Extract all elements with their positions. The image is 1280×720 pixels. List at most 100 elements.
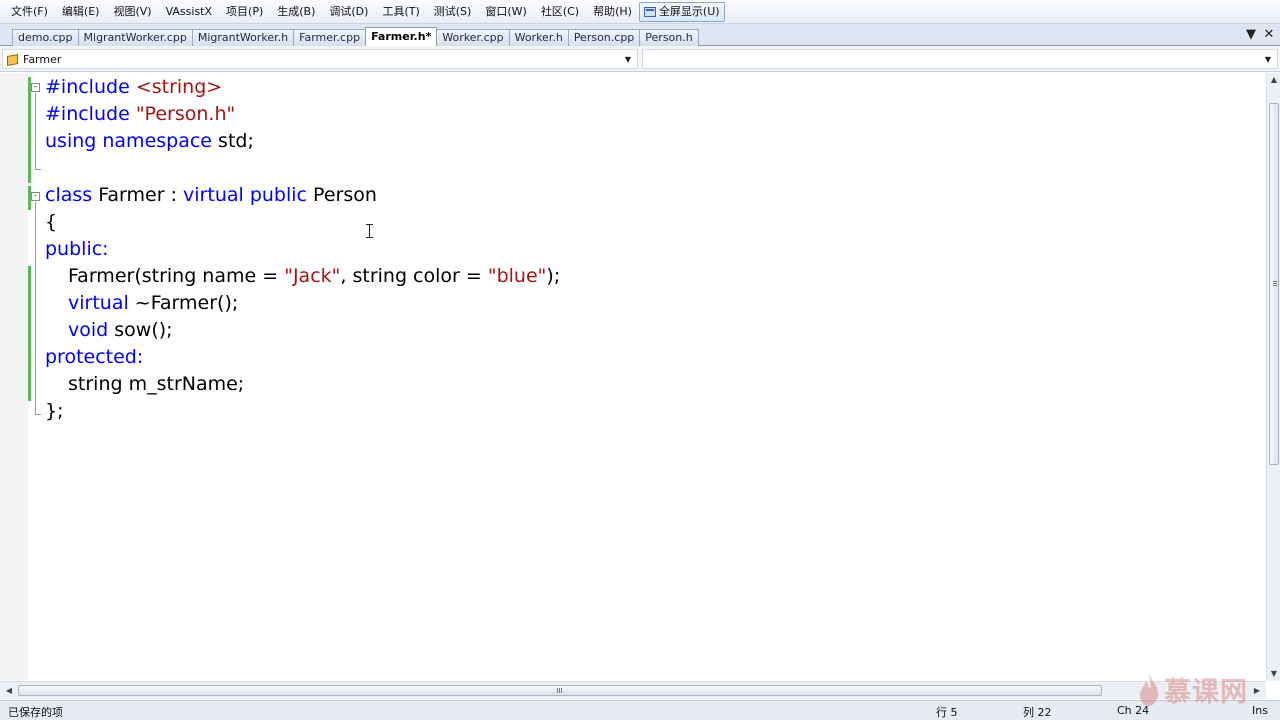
menu-item[interactable]: 窗口(W): [478, 2, 533, 22]
chevron-down-icon: ▼: [624, 54, 632, 64]
scroll-right-icon[interactable]: ▶: [1250, 684, 1264, 698]
scroll-up-icon[interactable]: ▲: [1267, 73, 1280, 87]
member-selector-dropdown[interactable]: ▼: [642, 49, 1278, 69]
fold-guide-end: [35, 414, 41, 415]
tab-list-dropdown-icon[interactable]: ▼: [1244, 27, 1258, 43]
class-icon: [6, 53, 18, 65]
code-token: public:: [45, 238, 109, 260]
code-line: virtual ~Farmer();: [68, 290, 238, 317]
menu-item[interactable]: 视图(V): [106, 2, 158, 22]
code-token: {: [45, 211, 58, 233]
code-token: string m_strName;: [68, 373, 245, 395]
code-line: class Farmer : virtual public Person: [45, 182, 377, 209]
status-column: 列 22: [1023, 706, 1052, 719]
code-token: class: [45, 184, 93, 206]
menu-item[interactable]: 帮助(H): [586, 2, 639, 22]
code-token: Farmer(string name =: [68, 265, 285, 287]
vertical-scrollbar[interactable]: ▲ ▼: [1266, 73, 1280, 681]
document-tab[interactable]: Farmer.h*: [365, 27, 438, 46]
document-tab-strip: demo.cpp MigrantWorker.cpp MigrantWorker.h…: [0, 24, 1280, 46]
class-selector-dropdown[interactable]: Farmer ▼: [2, 49, 638, 69]
code-token: protected:: [45, 346, 144, 368]
menu-item[interactable]: 调试(D): [322, 2, 375, 22]
mouse-ibeam-cursor-icon: [366, 224, 373, 238]
code-token: "Jack": [284, 265, 341, 287]
code-line: protected:: [45, 344, 143, 371]
changed-lines-marker: [28, 77, 31, 183]
code-token: #include: [45, 76, 130, 98]
menu-item[interactable]: 项目(P): [219, 2, 270, 22]
code-token: Person: [313, 184, 377, 206]
grip-line: [1273, 283, 1277, 284]
code-token: "blue": [487, 265, 547, 287]
grip-line: [1273, 281, 1277, 282]
menu-item[interactable]: 文件(F): [4, 2, 55, 22]
fold-guide-line: [35, 93, 36, 169]
watermark-text: 慕课网: [1164, 677, 1248, 708]
window-icon: [643, 6, 656, 17]
grip-line: [559, 688, 560, 693]
collapse-region-icon[interactable]: -: [31, 83, 40, 92]
document-tab[interactable]: Person.cpp: [567, 29, 641, 46]
document-tab[interactable]: Worker.h: [508, 29, 569, 46]
fullscreen-button[interactable]: 全屏显示(U): [638, 1, 725, 22]
chevron-down-icon: ▼: [1264, 54, 1272, 64]
code-line: Farmer(string name = "Jack", string colo…: [68, 263, 560, 290]
code-token: namespace: [102, 130, 212, 152]
grip-line: [561, 688, 562, 693]
horizontal-scroll-thumb[interactable]: [18, 685, 1102, 696]
code-line: using namespace std;: [45, 128, 254, 155]
document-tabs: demo.cpp MigrantWorker.cpp MigrantWorker.h…: [12, 26, 699, 46]
code-token: sow();: [114, 319, 173, 341]
status-message: 已保存的项: [8, 706, 63, 719]
close-tab-icon[interactable]: ✕: [1262, 27, 1276, 43]
document-tab[interactable]: MigrantWorker.h: [191, 29, 295, 46]
code-token: Farmer :: [98, 184, 177, 206]
navigation-bar: Farmer ▼ ▼: [0, 46, 1280, 72]
class-selector-value: Farmer: [23, 52, 62, 66]
code-token: virtual: [183, 184, 244, 206]
menu-item[interactable]: 测试(S): [427, 2, 479, 22]
scroll-down-icon[interactable]: ▼: [1267, 667, 1280, 681]
code-token: <string>: [135, 76, 223, 98]
document-tab[interactable]: Worker.cpp: [436, 29, 510, 46]
code-editor[interactable]: - - #include <string> #include "Person.h…: [0, 73, 1266, 681]
fold-guide-end: [35, 169, 41, 170]
flame-logo-icon: [1140, 673, 1159, 706]
document-tab[interactable]: Person.h: [639, 29, 699, 46]
code-token: virtual: [68, 292, 129, 314]
grip-line: [557, 688, 558, 693]
menu-item[interactable]: 编辑(E): [55, 2, 107, 22]
document-tab[interactable]: Farmer.cpp: [293, 29, 367, 46]
code-line: public:: [45, 236, 109, 263]
menu-bar: 文件(F) 编辑(E) 视图(V) VAssistX 项目(P) 生成(B) 调试(D) 工具…: [0, 0, 1280, 24]
menu-item[interactable]: 社区(C): [534, 2, 586, 22]
code-token: , string color =: [340, 265, 488, 287]
status-insert-mode: Ins: [1252, 704, 1268, 717]
changed-lines-marker: [28, 266, 31, 401]
fullscreen-label: 全屏显示(U): [658, 4, 720, 18]
horizontal-scrollbar[interactable]: ◀ ▶: [0, 681, 1266, 699]
menu-item[interactable]: 生成(B): [270, 2, 322, 22]
imooc-watermark: 慕课网: [1138, 670, 1248, 709]
code-token: ~Farmer();: [134, 292, 239, 314]
code-line: };: [45, 398, 64, 425]
code-token: #include: [45, 103, 130, 125]
indicator-margin: [0, 73, 28, 681]
scroll-left-icon[interactable]: ◀: [2, 684, 16, 698]
document-tab[interactable]: demo.cpp: [12, 29, 79, 46]
code-line: {: [45, 209, 57, 236]
vertical-scroll-thumb[interactable]: [1269, 103, 1279, 465]
code-token: };: [45, 400, 64, 422]
code-token: "Person.h": [135, 103, 236, 125]
menu-item[interactable]: VAssistX: [159, 2, 219, 22]
code-token: std;: [218, 130, 254, 152]
code-line: void sow();: [68, 317, 173, 344]
code-token: using: [45, 130, 97, 152]
code-line: #include <string>: [45, 74, 222, 101]
collapse-region-icon[interactable]: -: [31, 192, 40, 201]
code-line: #include "Person.h": [45, 101, 235, 128]
menu-item[interactable]: 工具(T): [375, 2, 426, 22]
code-token: void: [68, 319, 109, 341]
document-tab[interactable]: MigrantWorker.cpp: [77, 29, 193, 46]
